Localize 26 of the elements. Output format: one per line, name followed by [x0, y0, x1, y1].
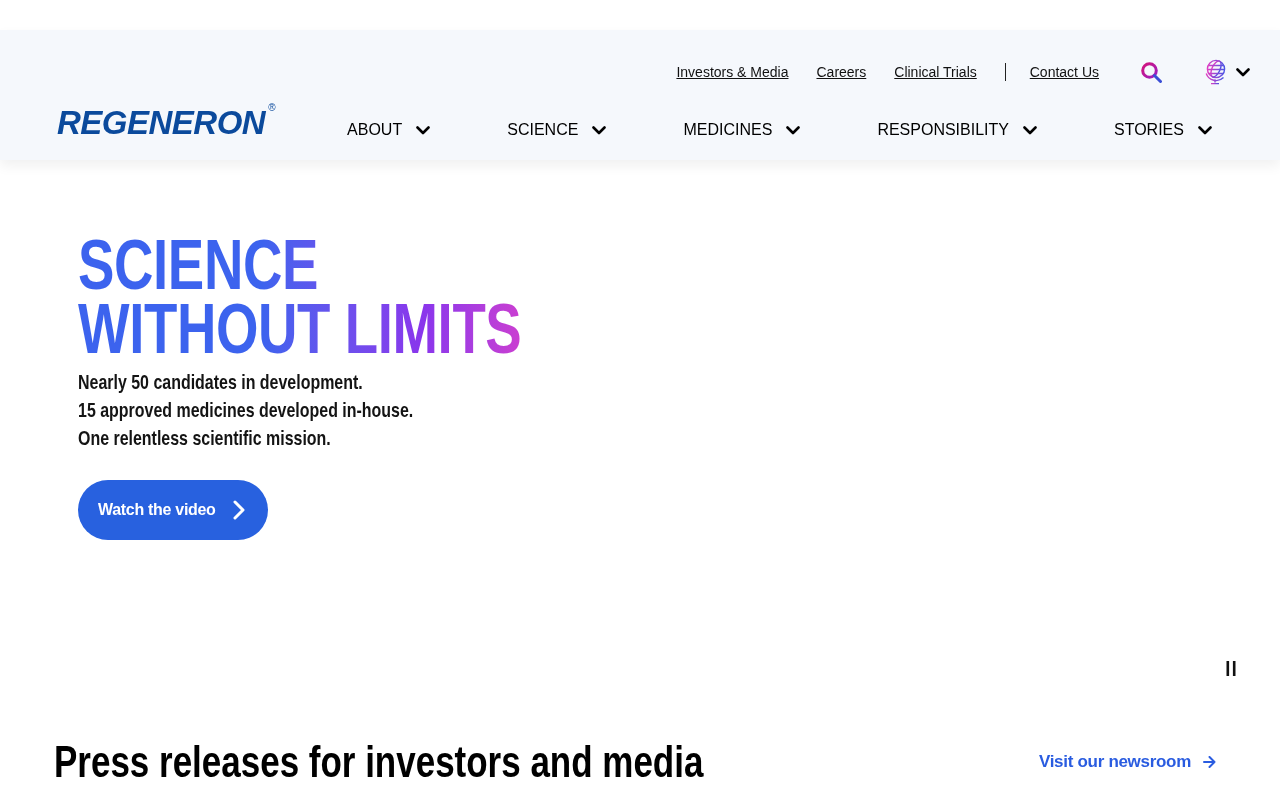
section-heading: Press releases for investors and media	[54, 740, 704, 784]
chevron-down-icon	[416, 125, 431, 135]
hero-subtext: Nearly 50 candidates in development.	[78, 369, 363, 395]
chevron-down-icon	[592, 125, 607, 135]
nav-menu-button[interactable]: RESPONSIBILITY	[877, 118, 1037, 142]
chevron-down-icon	[1197, 125, 1212, 135]
arrow-right-icon	[1203, 756, 1216, 768]
chevron-right-icon	[233, 500, 245, 520]
chevron-down-icon[interactable]	[1236, 67, 1250, 77]
newsroom-link[interactable]: Visit our newsroom	[1038, 749, 1216, 775]
nav-menu-button[interactable]: ABOUT	[347, 118, 431, 142]
chevron-down-icon	[1022, 125, 1037, 135]
utility-link[interactable]: Careers	[816, 61, 867, 83]
utility-link[interactable]: Clinical Trials	[894, 61, 977, 83]
utility-link[interactable]: Contact Us	[1029, 61, 1099, 83]
hero-subtext: One relentless scientific mission.	[78, 425, 331, 451]
search-icon[interactable]	[1141, 61, 1162, 83]
watch-video-button[interactable]: Watch the video	[78, 480, 268, 540]
hero-subtext: 15 approved medicines developed in-house.	[78, 397, 414, 423]
nav-menu-button[interactable]: MEDICINES	[683, 118, 801, 142]
utility-link[interactable]: Investors & Media	[676, 61, 789, 83]
chevron-down-icon	[786, 125, 801, 135]
nav-menu-button[interactable]: STORIES	[1114, 118, 1212, 142]
nav-menu-button[interactable]: SCIENCE	[507, 118, 607, 142]
pause-icon[interactable]	[1226, 661, 1236, 676]
globe-icon[interactable]	[1204, 59, 1226, 85]
